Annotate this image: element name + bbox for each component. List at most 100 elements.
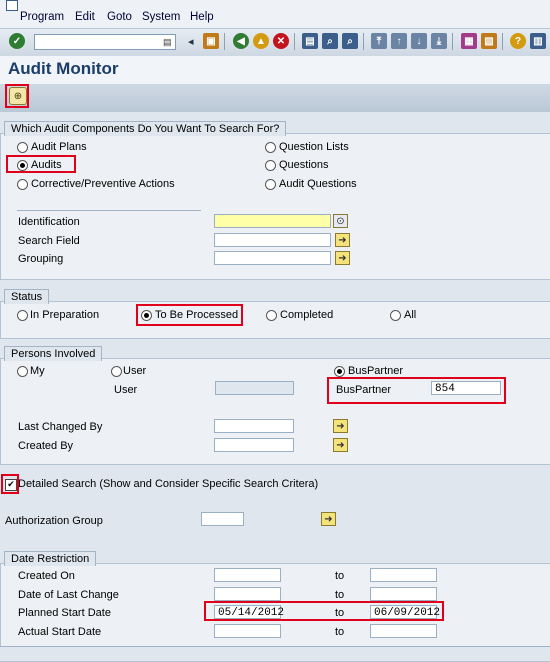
layout-menu-icon[interactable]: ▥	[530, 33, 546, 49]
radio-questions-label: Questions	[279, 159, 329, 171]
help-icon[interactable]: ?	[510, 33, 526, 49]
actual-start-to-input[interactable]	[370, 624, 437, 638]
page-title: Audit Monitor	[8, 59, 119, 78]
status-heading: Status	[4, 289, 50, 304]
detailed-search-checkbox[interactable]: ✔	[5, 479, 17, 491]
shortcut-icon[interactable]: ▧	[481, 33, 497, 49]
radio-question-lists[interactable]	[265, 142, 276, 153]
command-dropdown-icon[interactable]: ▤	[163, 37, 172, 48]
last-page-icon[interactable]: ⤓	[431, 33, 447, 49]
toolbar-separator	[502, 33, 503, 50]
menu-edit[interactable]: Edit	[75, 11, 95, 23]
radio-in-preparation[interactable]	[17, 310, 28, 321]
radio-all[interactable]	[390, 310, 401, 321]
radio-user[interactable]	[111, 366, 122, 377]
toolbar-separator	[363, 33, 364, 50]
identification-input[interactable]	[214, 214, 331, 228]
radio-questions[interactable]	[265, 160, 276, 171]
toolbar-separator	[224, 33, 225, 50]
menu-help[interactable]: Help	[190, 11, 214, 23]
created-on-to-input[interactable]	[370, 568, 437, 582]
exit-icon[interactable]: ▲	[253, 33, 269, 49]
date-restriction-heading: Date Restriction	[4, 551, 97, 566]
radio-my[interactable]	[17, 366, 28, 377]
radio-buspartner[interactable]	[334, 366, 345, 377]
radio-corrective-actions[interactable]	[17, 179, 28, 190]
radio-to-be-processed[interactable]	[141, 310, 152, 321]
new-session-icon[interactable]: ▦	[461, 33, 477, 49]
created-by-label: Created By	[18, 440, 74, 452]
toolbar-separator	[452, 33, 453, 50]
radio-audit-questions-label: Audit Questions	[279, 178, 357, 190]
last-change-from-input[interactable]	[214, 587, 281, 601]
divider	[17, 210, 201, 211]
created-on-from-input[interactable]	[214, 568, 281, 582]
execute-icon[interactable]: ⊕	[9, 87, 27, 105]
last-change-date-label: Date of Last Change	[18, 589, 119, 601]
buspartner-input[interactable]: 854	[431, 381, 501, 395]
components-heading: Which Audit Components Do You Want To Se…	[4, 121, 287, 136]
user-input	[215, 381, 294, 395]
application-toolbar	[0, 84, 550, 112]
search-field-label: Search Field	[18, 235, 80, 247]
previous-page-icon[interactable]: ↑	[391, 33, 407, 49]
radio-to-be-processed-label: To Be Processed	[155, 309, 239, 321]
actual-start-to-label: to	[335, 626, 345, 638]
radio-completed[interactable]	[266, 310, 277, 321]
status-bar	[0, 646, 550, 661]
authorization-group-input[interactable]	[201, 512, 244, 526]
print-icon[interactable]: ▤	[302, 33, 318, 49]
last-change-to-input[interactable]	[370, 587, 437, 601]
planned-start-to-label: to	[335, 607, 345, 619]
radio-all-label: All	[404, 309, 417, 321]
search-field-input[interactable]	[214, 233, 331, 247]
radio-audits[interactable]	[17, 160, 28, 171]
last-changed-arrow-icon[interactable]: ➜	[333, 419, 348, 433]
search-field-arrow-icon[interactable]: ➜	[335, 233, 350, 247]
radio-user-label: User	[123, 365, 147, 377]
previous-icon[interactable]: ◂	[188, 35, 194, 48]
radio-my-label: My	[30, 365, 45, 377]
actual-start-from-input[interactable]	[214, 624, 281, 638]
next-page-icon[interactable]: ↓	[411, 33, 427, 49]
enter-icon[interactable]: ✓	[9, 33, 25, 49]
planned-start-to-input[interactable]: 06/09/2012	[370, 605, 440, 619]
radio-buspartner-label: BusPartner	[348, 365, 404, 377]
first-page-icon[interactable]: ⤒	[371, 33, 387, 49]
sap-menu-icon[interactable]	[6, 0, 18, 11]
identification-label: Identification	[18, 216, 80, 228]
radio-audit-plans[interactable]	[17, 142, 28, 153]
identification-match-icon[interactable]: ⊙	[333, 214, 348, 228]
planned-start-date-label: Planned Start Date	[18, 607, 111, 619]
menu-program[interactable]: Program	[20, 11, 64, 23]
menu-system[interactable]: System	[142, 11, 180, 23]
radio-corrective-actions-label: Corrective/Preventive Actions	[31, 178, 175, 190]
created-by-arrow-icon[interactable]: ➜	[333, 438, 348, 452]
planned-start-from-input[interactable]: 05/14/2012	[214, 605, 284, 619]
authorization-group-arrow-icon[interactable]: ➜	[321, 512, 336, 526]
buspartner-label: BusPartner	[336, 384, 392, 396]
grouping-arrow-icon[interactable]: ➜	[335, 251, 350, 265]
radio-audits-label: Audits	[31, 159, 62, 171]
last-changed-by-input[interactable]	[214, 419, 294, 433]
last-change-to-label: to	[335, 589, 345, 601]
grouping-label: Grouping	[18, 253, 64, 265]
created-by-input[interactable]	[214, 438, 294, 452]
command-field[interactable]	[34, 34, 176, 50]
find-next-icon[interactable]: ⌕	[342, 33, 358, 49]
toolbar-separator	[294, 33, 295, 50]
save-icon[interactable]: ▣	[203, 33, 219, 49]
grouping-input[interactable]	[214, 251, 331, 265]
persons-heading: Persons Involved	[4, 346, 103, 361]
created-on-label: Created On	[18, 570, 75, 582]
radio-audit-questions[interactable]	[265, 179, 276, 190]
radio-question-lists-label: Question Lists	[279, 141, 349, 153]
authorization-group-label: Authorization Group	[5, 515, 103, 527]
find-icon[interactable]: ⌕	[322, 33, 338, 49]
user-label: User	[114, 384, 138, 396]
cancel-icon[interactable]: ✕	[273, 33, 289, 49]
menu-goto[interactable]: Goto	[107, 11, 132, 23]
last-changed-by-label: Last Changed By	[18, 421, 103, 433]
back-icon[interactable]: ◀	[233, 33, 249, 49]
actual-start-date-label: Actual Start Date	[18, 626, 102, 638]
